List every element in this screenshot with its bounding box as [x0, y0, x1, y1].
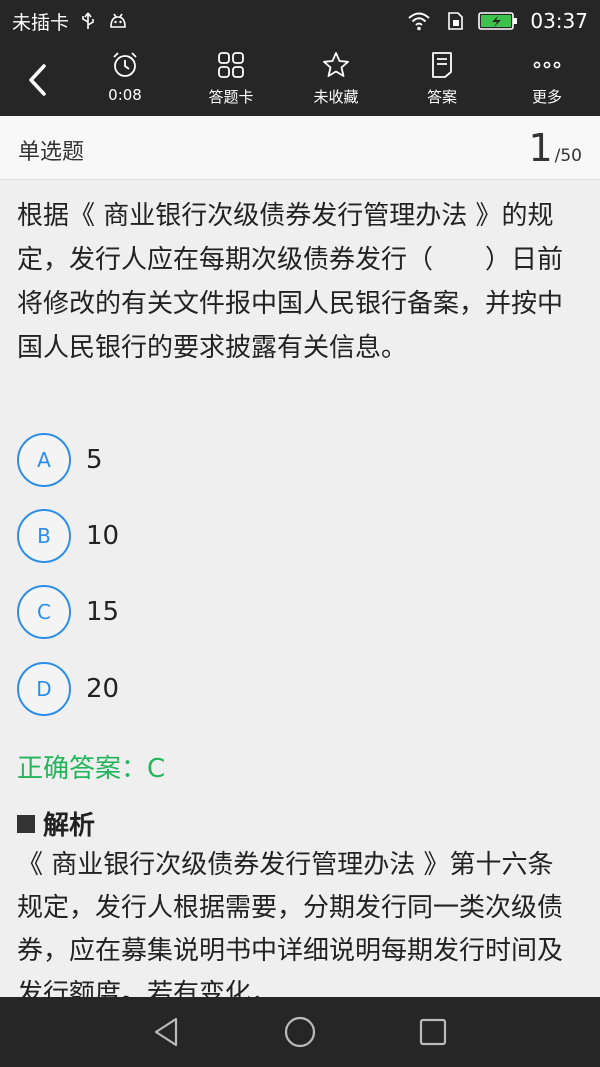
show-answer-button[interactable]: 答案 — [397, 50, 487, 110]
favorite-button[interactable]: 未收藏 — [291, 50, 381, 110]
question-counter: 1 /50 — [528, 126, 582, 170]
status-right: 03:37 — [406, 9, 588, 33]
question-content[interactable]: 根据《 商业银行次级债券发行管理办法 》的规定，发行人应在每期次级债券发行（ ）… — [0, 180, 600, 997]
android-debug-icon — [110, 13, 126, 28]
analysis-title: 解析 — [43, 811, 96, 841]
more-dots-icon — [533, 61, 561, 69]
battery-icon — [478, 12, 518, 30]
timer-label: 0:08 — [108, 86, 142, 104]
clock-time: 03:37 — [530, 9, 588, 33]
recent-apps-square-icon[interactable] — [416, 1015, 450, 1049]
option-d-text: 20 — [86, 674, 120, 704]
alarm-clock-icon — [113, 52, 137, 77]
answer-sheet-button[interactable]: 答题卡 — [186, 50, 276, 110]
back-triangle-icon[interactable] — [150, 1015, 184, 1049]
option-b[interactable]: B 10 — [17, 506, 119, 566]
document-icon — [432, 52, 452, 78]
option-c[interactable]: C 15 — [17, 582, 119, 642]
question-type: 单选题 — [18, 140, 85, 165]
question-type-bar: 单选题 1 /50 — [0, 116, 600, 180]
carrier-label: 未插卡 — [12, 11, 70, 34]
grid-icon — [218, 52, 244, 78]
wifi-icon — [408, 12, 431, 31]
more-label: 更多 — [531, 88, 562, 106]
status-bar: 未插卡 03:37 — [0, 0, 600, 42]
system-navigation-bar — [0, 997, 600, 1067]
back-arrow-icon[interactable] — [20, 60, 56, 100]
option-c-letter: C — [17, 585, 71, 639]
total-questions: /50 — [554, 146, 582, 166]
option-b-text: 10 — [86, 521, 120, 551]
option-d[interactable]: D 20 — [17, 659, 119, 719]
sim-card-icon — [448, 12, 464, 30]
analysis-heading: 解析 — [17, 805, 95, 842]
question-text: 根据《 商业银行次级债券发行管理办法 》的规定，发行人应在每期次级债券发行（ ）… — [17, 201, 564, 363]
status-left: 未插卡 — [12, 8, 129, 35]
option-a-text: 5 — [86, 445, 103, 475]
option-c-text: 15 — [86, 597, 120, 627]
answer-sheet-label: 答题卡 — [208, 88, 254, 106]
analysis-square-icon — [17, 814, 35, 833]
timer-button[interactable]: 0:08 — [80, 50, 170, 110]
option-a[interactable]: A 5 — [17, 430, 103, 490]
option-b-letter: B — [17, 509, 71, 563]
star-icon — [323, 52, 349, 77]
home-circle-icon[interactable] — [283, 1015, 317, 1049]
current-question-number: 1 — [528, 126, 553, 170]
usb-icon — [82, 12, 94, 29]
favorite-label: 未收藏 — [313, 88, 359, 106]
option-d-letter: D — [17, 662, 71, 716]
analysis-text: 《 商业银行次级债券发行管理办法 》第十六条规定，发行人根据需要，分期发行同一类… — [17, 850, 564, 997]
more-button[interactable]: 更多 — [502, 50, 592, 110]
show-answer-label: 答案 — [426, 88, 457, 106]
option-a-letter: A — [17, 433, 71, 487]
correct-answer: 正确答案：C — [17, 754, 166, 784]
top-toolbar: 0:08 答题卡 未收藏 答案 更多 — [0, 42, 600, 116]
